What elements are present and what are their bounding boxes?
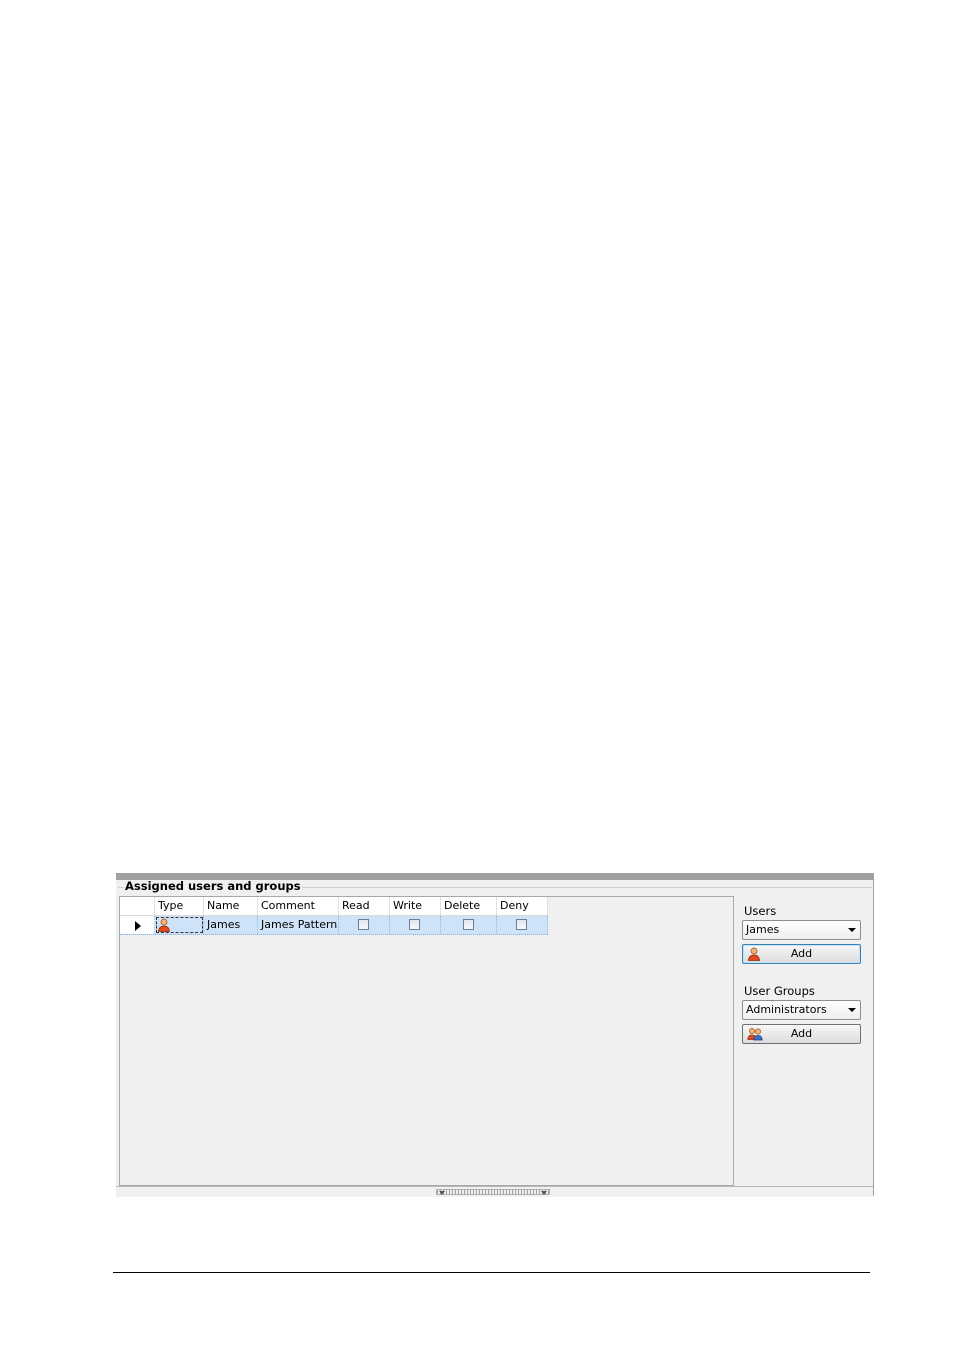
panel-title: Assigned users and groups — [124, 879, 302, 893]
chevron-down-icon — [439, 1191, 445, 1195]
user-icon — [748, 947, 760, 961]
column-header-name[interactable]: Name — [204, 897, 258, 915]
column-header-write[interactable]: Write — [390, 897, 441, 915]
user-icon — [158, 918, 170, 932]
add-user-button-label: Add — [790, 947, 813, 960]
column-header-type[interactable]: Type — [155, 897, 204, 915]
deny-checkbox[interactable] — [516, 919, 527, 930]
row-header[interactable] — [120, 916, 155, 934]
footer-divider — [113, 1272, 870, 1273]
assignments-grid[interactable]: Type Name Comment Read Write Delete Deny… — [119, 896, 734, 1186]
cell-read[interactable] — [339, 916, 390, 934]
user-groups-dropdown[interactable]: Administrators — [742, 1000, 861, 1020]
current-row-arrow-icon — [135, 921, 141, 931]
users-dropdown-value: James — [746, 923, 780, 936]
add-user-group-button-label: Add — [790, 1027, 813, 1040]
cell-type[interactable] — [155, 916, 204, 934]
assigned-users-panel: Assigned users and groups Type Name Comm… — [116, 873, 874, 1197]
table-row[interactable]: James James Pattern — [120, 916, 548, 935]
users-label: Users — [744, 904, 777, 918]
add-user-group-button[interactable]: Add — [742, 1024, 861, 1044]
chevron-down-icon — [848, 928, 856, 932]
splitter-handle[interactable] — [436, 1189, 550, 1195]
chevron-down-icon — [541, 1191, 547, 1195]
user-groups-label: User Groups — [744, 984, 815, 998]
cell-comment[interactable]: James Pattern — [258, 916, 339, 934]
column-header-read[interactable]: Read — [339, 897, 390, 915]
read-checkbox[interactable] — [358, 919, 369, 930]
column-header-comment[interactable]: Comment — [258, 897, 339, 915]
cell-delete[interactable] — [441, 916, 497, 934]
cell-name[interactable]: James — [204, 916, 258, 934]
bottom-strip — [116, 1186, 873, 1197]
add-user-button[interactable]: Add — [742, 944, 861, 964]
row-header-corner — [120, 897, 155, 915]
side-panel: Users James Add User Groups Administrato… — [742, 896, 867, 1184]
delete-checkbox[interactable] — [463, 919, 474, 930]
column-header-delete[interactable]: Delete — [441, 897, 497, 915]
users-dropdown[interactable]: James — [742, 920, 861, 940]
cell-deny[interactable] — [497, 916, 548, 934]
write-checkbox[interactable] — [409, 919, 420, 930]
cell-write[interactable] — [390, 916, 441, 934]
chevron-down-icon — [848, 1008, 856, 1012]
column-header-deny[interactable]: Deny — [497, 897, 548, 915]
grid-header: Type Name Comment Read Write Delete Deny — [120, 897, 548, 916]
user-group-icon — [747, 1028, 763, 1041]
user-groups-dropdown-value: Administrators — [746, 1003, 827, 1016]
